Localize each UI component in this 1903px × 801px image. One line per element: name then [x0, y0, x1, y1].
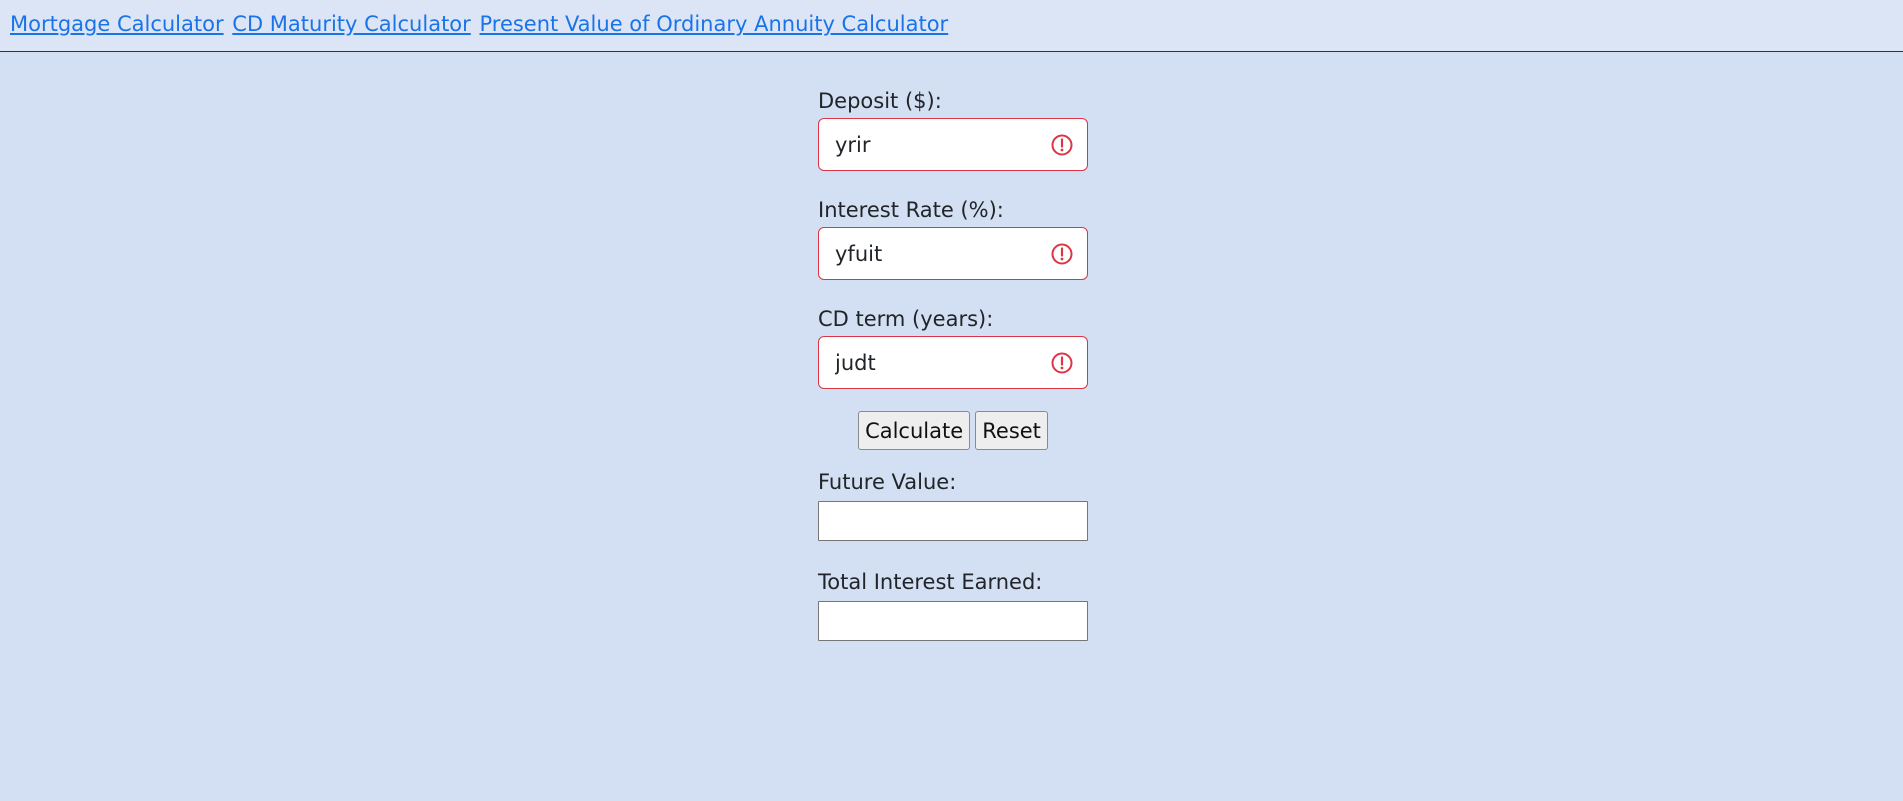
interest-rate-field-wrapper [818, 227, 1088, 280]
nav-link-mortgage-calculator[interactable]: Mortgage Calculator [10, 12, 224, 36]
form-buttons: Calculate Reset [818, 411, 1088, 451]
cd-term-field-wrapper [818, 336, 1088, 389]
nav-link-present-value-annuity-calculator[interactable]: Present Value of Ordinary Annuity Calcul… [479, 12, 948, 36]
future-value-output[interactable] [818, 501, 1088, 541]
calculate-button[interactable]: Calculate [858, 411, 971, 450]
interest-rate-input[interactable] [818, 227, 1088, 280]
exclamation-circle-icon [1051, 243, 1073, 265]
deposit-label: Deposit ($): [818, 89, 942, 113]
total-interest-label: Total Interest Earned: [818, 570, 1043, 594]
exclamation-circle-icon [1051, 134, 1073, 156]
cd-calculator-form: Deposit ($): Interest Rate (%): CD term … [818, 86, 1088, 667]
deposit-field-wrapper [818, 118, 1088, 171]
exclamation-circle-icon [1051, 352, 1073, 374]
nav-link-cd-maturity-calculator[interactable]: CD Maturity Calculator [232, 12, 471, 36]
top-navigation: Mortgage Calculator CD Maturity Calculat… [0, 0, 1903, 52]
cd-term-input[interactable] [818, 336, 1088, 389]
deposit-input[interactable] [818, 118, 1088, 171]
reset-button[interactable]: Reset [975, 411, 1048, 450]
total-interest-output[interactable] [818, 601, 1088, 641]
interest-rate-label: Interest Rate (%): [818, 198, 1004, 222]
future-value-label: Future Value: [818, 470, 957, 494]
cd-term-label: CD term (years): [818, 307, 994, 331]
